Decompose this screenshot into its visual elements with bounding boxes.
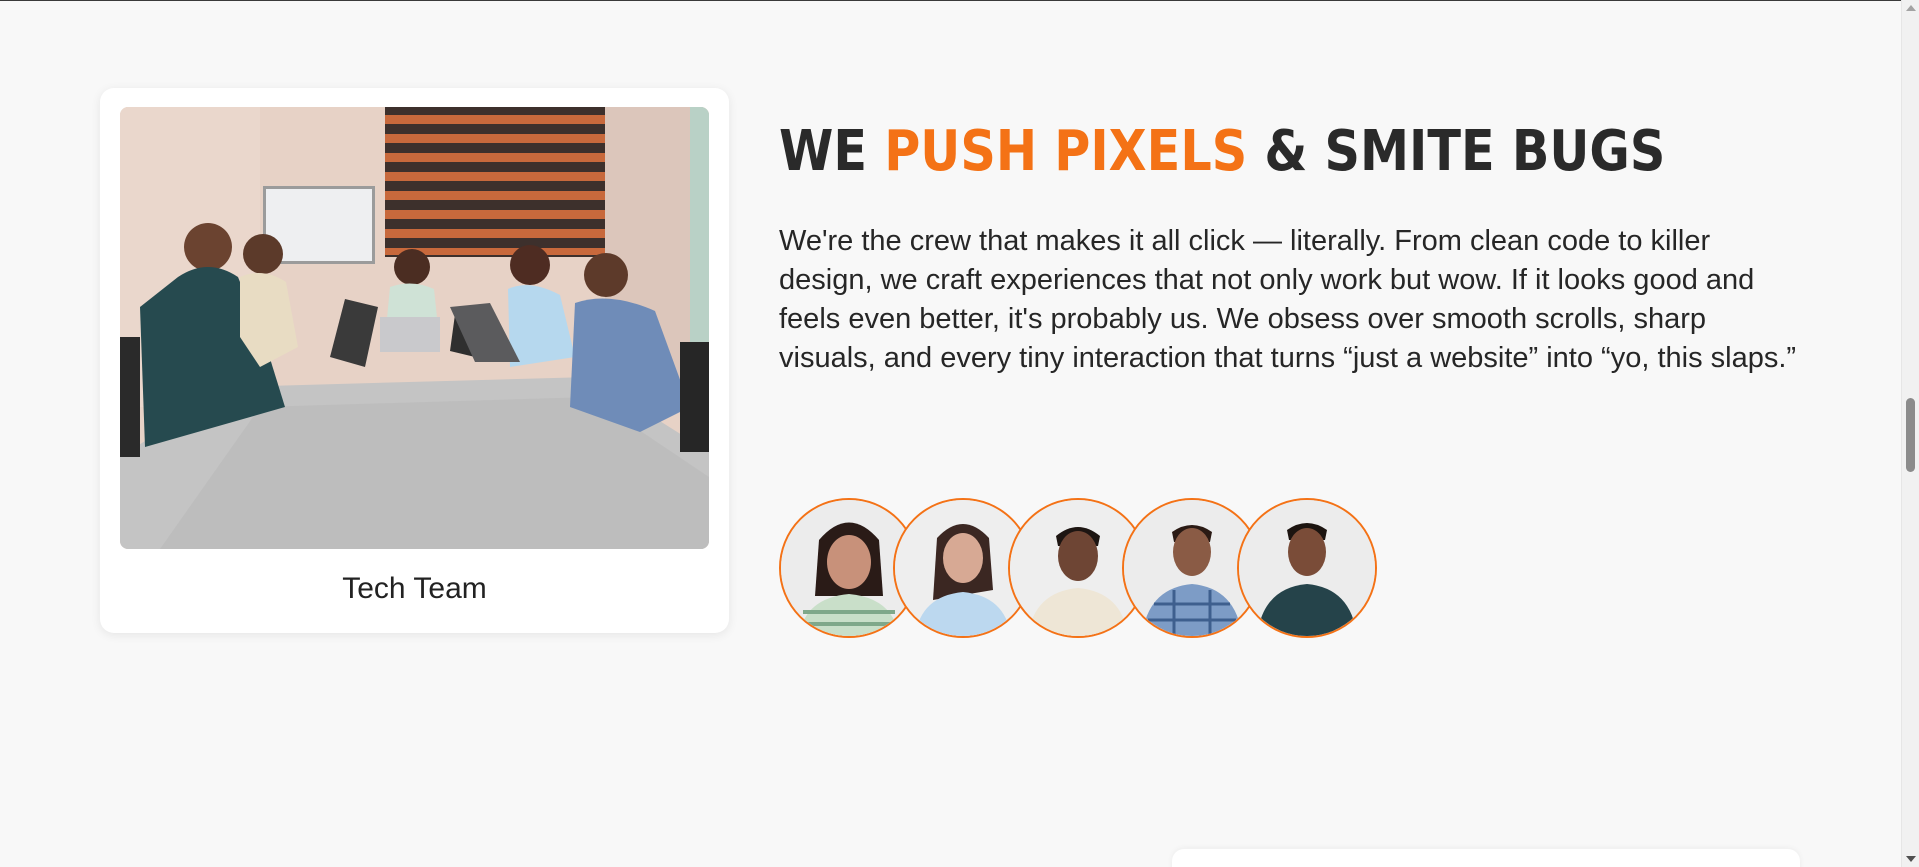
about-description: We're the crew that makes it all click —… [779,225,1797,374]
scroll-down-icon[interactable] [1906,856,1916,862]
scroll-up-icon[interactable] [1906,5,1916,11]
team-card: Tech Team [100,88,729,633]
scroll-thumb[interactable] [1906,398,1915,472]
team-caption: Tech Team [342,572,487,605]
headline-accent: PUSH PIXELS [884,119,1248,184]
team-member-avatar-5 [1237,498,1377,638]
about-section: Tech Team WE PUSH PIXELS & SMITE BUGS We… [0,0,1901,867]
section-headline: WE PUSH PIXELS & SMITE BUGS [779,118,1665,186]
headline-part-1: WE [779,119,885,184]
next-card-preview [1172,849,1800,867]
team-member-photo-5 [1239,500,1375,636]
team-photo [120,107,709,549]
page-scrollbar[interactable] [1901,0,1919,867]
headline-part-2: & SMITE BUGS [1247,119,1666,184]
team-meeting-photo [120,107,709,549]
